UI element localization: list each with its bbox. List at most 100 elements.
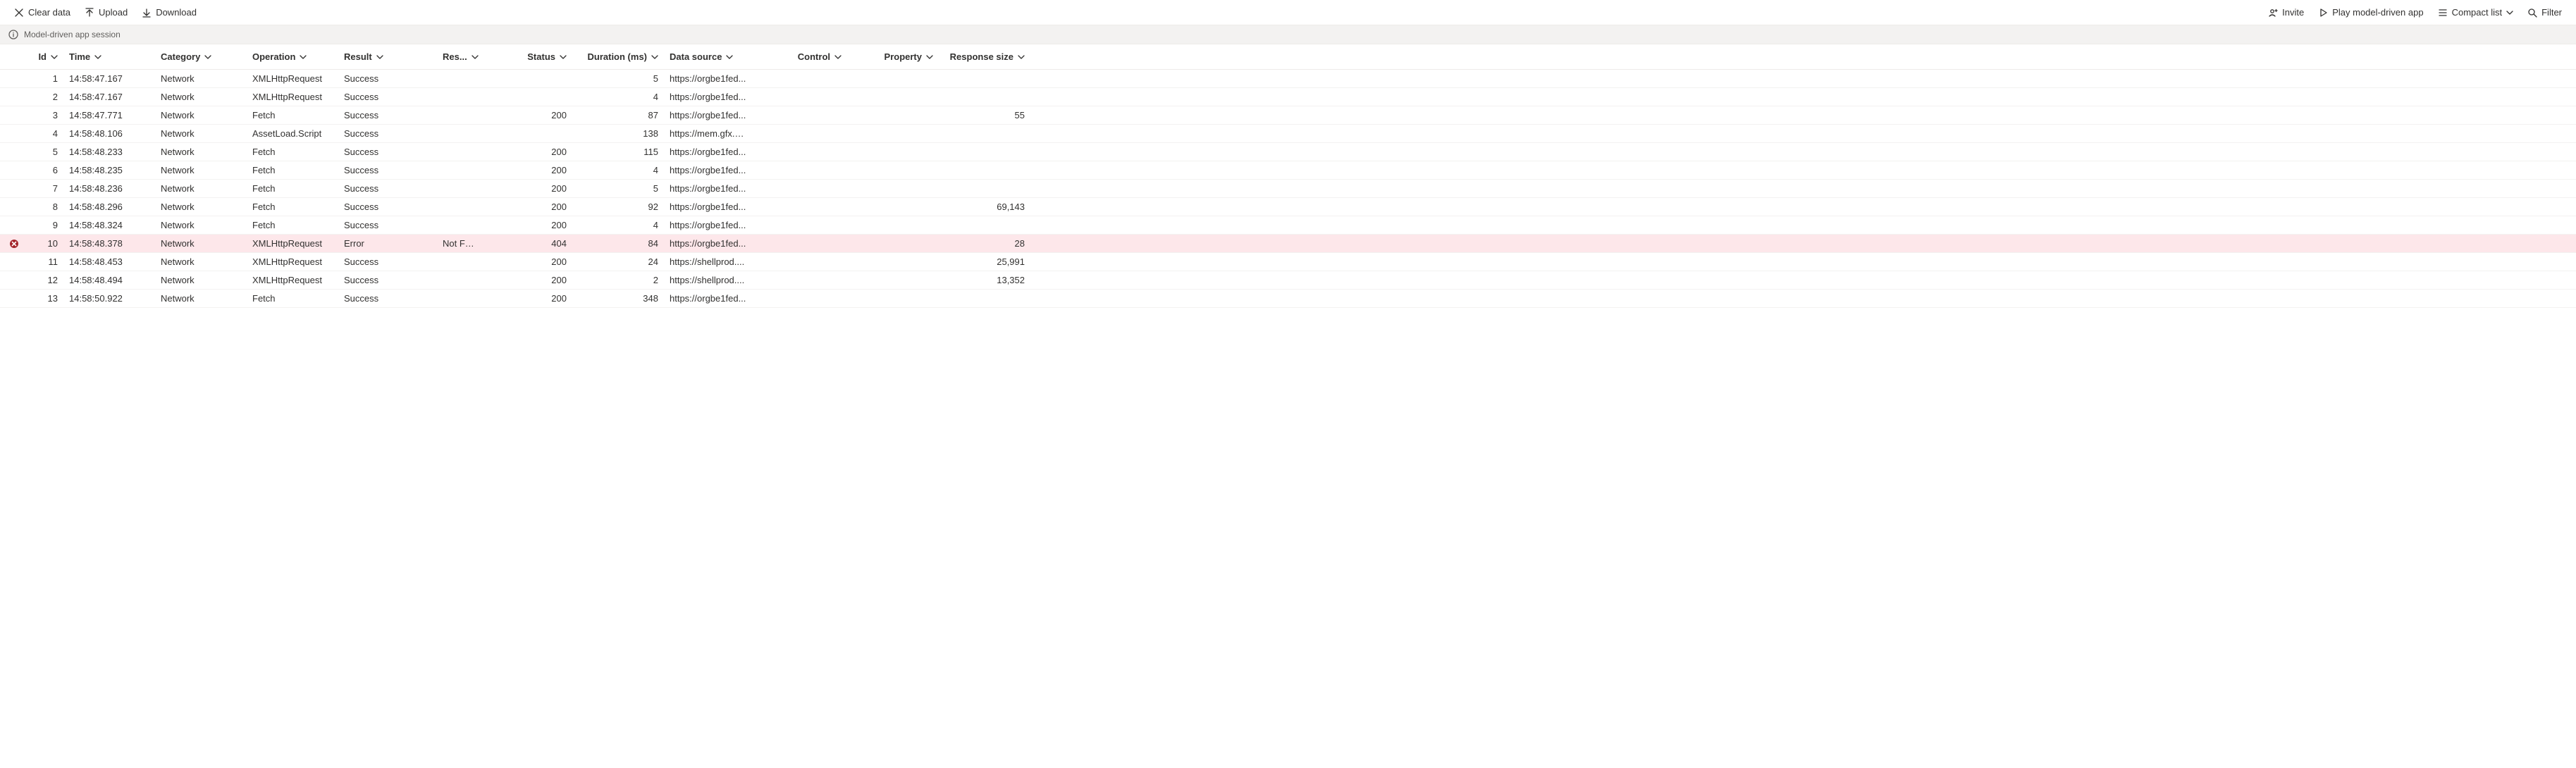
invite-icon (2268, 8, 2278, 18)
cell-datasource: https://orgbe1fed... (664, 238, 756, 249)
cell-result: Error (338, 238, 437, 249)
table-row[interactable]: 914:58:48.324NetworkFetchSuccess2004http… (0, 216, 2576, 235)
table-row[interactable]: 414:58:48.106NetworkAssetLoad.ScriptSucc… (0, 125, 2576, 143)
cell-status: 200 (481, 183, 572, 194)
chevron-down-icon (560, 54, 567, 61)
cell-result: Success (338, 256, 437, 267)
download-button[interactable]: Download (136, 4, 202, 20)
col-datasource[interactable]: Data source (664, 51, 756, 62)
session-label: Model-driven app session (24, 30, 121, 39)
table-row[interactable]: 614:58:48.235NetworkFetchSuccess2004http… (0, 161, 2576, 180)
cell-datasource: https://orgbe1fed... (664, 202, 756, 212)
filter-button[interactable]: Filter (2522, 4, 2568, 20)
cell-duration: 5 (572, 183, 664, 194)
cell-responsesize: 55 (939, 110, 1030, 120)
upload-button[interactable]: Upload (79, 4, 133, 20)
cell-time: 14:58:48.106 (63, 128, 155, 139)
play-icon (2318, 8, 2328, 18)
cell-result: Success (338, 110, 437, 120)
cell-duration: 115 (572, 147, 664, 157)
chevron-down-icon (472, 54, 479, 61)
table-row[interactable]: 1214:58:48.494NetworkXMLHttpRequestSucce… (0, 271, 2576, 290)
cell-datasource: https://orgbe1fed... (664, 183, 756, 194)
cell-time: 14:58:50.922 (63, 293, 155, 304)
col-property-label: Property (885, 51, 922, 62)
table-row[interactable]: 114:58:47.167NetworkXMLHttpRequestSucces… (0, 70, 2576, 88)
close-icon (14, 8, 24, 18)
cell-duration: 24 (572, 256, 664, 267)
cell-time: 14:58:48.453 (63, 256, 155, 267)
col-duration[interactable]: Duration (ms) (572, 51, 664, 62)
cell-status: 404 (481, 238, 572, 249)
cell-responsesize: 28 (939, 238, 1030, 249)
upload-icon (85, 8, 94, 18)
table-row[interactable]: 314:58:47.771NetworkFetchSuccess20087htt… (0, 106, 2576, 125)
table-row[interactable]: 1114:58:48.453NetworkXMLHttpRequestSucce… (0, 253, 2576, 271)
col-time-label: Time (69, 51, 90, 62)
cell-operation: Fetch (247, 220, 338, 230)
cell-time: 14:58:48.324 (63, 220, 155, 230)
cell-time: 14:58:48.494 (63, 275, 155, 285)
table-row[interactable]: 814:58:48.296NetworkFetchSuccess20092htt… (0, 198, 2576, 216)
table-row[interactable]: 714:58:48.236NetworkFetchSuccess2005http… (0, 180, 2576, 198)
cell-result: Success (338, 147, 437, 157)
cell-id: 6 (28, 165, 63, 175)
chevron-down-icon (834, 54, 842, 61)
col-control[interactable]: Control (756, 51, 847, 62)
cell-datasource: https://shellprod.... (664, 256, 756, 267)
cell-responsesize: 25,991 (939, 256, 1030, 267)
col-duration-label: Duration (ms) (588, 51, 648, 62)
table-row[interactable]: 214:58:47.167NetworkXMLHttpRequestSucces… (0, 88, 2576, 106)
table-row[interactable]: 1014:58:48.378NetworkXMLHttpRequestError… (0, 235, 2576, 253)
cell-operation: XMLHttpRequest (247, 73, 338, 84)
clear-data-button[interactable]: Clear data (8, 4, 76, 20)
col-status-label: Status (527, 51, 555, 62)
table-body: 114:58:47.167NetworkXMLHttpRequestSucces… (0, 70, 2576, 308)
cell-time: 14:58:47.167 (63, 73, 155, 84)
cell-time: 14:58:48.296 (63, 202, 155, 212)
cell-operation: XMLHttpRequest (247, 275, 338, 285)
col-resultinfo[interactable]: Res... (437, 51, 481, 62)
toolbar-right: Invite Play model-driven app Compact lis… (2262, 4, 2568, 20)
invite-button[interactable]: Invite (2262, 4, 2310, 20)
table-row[interactable]: 1314:58:50.922NetworkFetchSuccess200348h… (0, 290, 2576, 308)
cell-time: 14:58:47.167 (63, 92, 155, 102)
compact-list-button[interactable]: Compact list (2432, 4, 2520, 20)
col-property[interactable]: Property (847, 51, 939, 62)
cell-category: Network (155, 256, 247, 267)
chevron-down-icon (94, 54, 101, 61)
col-id[interactable]: Id (28, 51, 63, 62)
col-status[interactable]: Status (481, 51, 572, 62)
cell-operation: Fetch (247, 183, 338, 194)
chevron-down-icon (726, 54, 733, 61)
col-result[interactable]: Result (338, 51, 437, 62)
col-responsesize[interactable]: Response size (939, 51, 1030, 62)
cell-result: Success (338, 220, 437, 230)
chevron-down-icon (2506, 9, 2513, 16)
chevron-down-icon (204, 54, 211, 61)
col-category[interactable]: Category (155, 51, 247, 62)
toolbar: Clear data Upload Download Invite Play (0, 0, 2576, 25)
cell-status: 200 (481, 220, 572, 230)
cell-status: 200 (481, 110, 572, 120)
cell-datasource: https://orgbe1fed... (664, 92, 756, 102)
cell-operation: Fetch (247, 293, 338, 304)
download-label: Download (156, 7, 197, 18)
table-row[interactable]: 514:58:48.233NetworkFetchSuccess200115ht… (0, 143, 2576, 161)
col-operation-label: Operation (252, 51, 295, 62)
cell-category: Network (155, 183, 247, 194)
clear-data-label: Clear data (28, 7, 70, 18)
list-icon (2438, 8, 2448, 18)
play-app-button[interactable]: Play model-driven app (2312, 4, 2429, 20)
cell-id: 12 (28, 275, 63, 285)
cell-operation: XMLHttpRequest (247, 238, 338, 249)
col-id-label: Id (38, 51, 47, 62)
cell-datasource: https://orgbe1fed... (664, 147, 756, 157)
chevron-down-icon (651, 54, 658, 61)
cell-operation: Fetch (247, 202, 338, 212)
play-app-label: Play model-driven app (2332, 7, 2423, 18)
col-time[interactable]: Time (63, 51, 155, 62)
col-operation[interactable]: Operation (247, 51, 338, 62)
chevron-down-icon (926, 54, 933, 61)
cell-time: 14:58:48.235 (63, 165, 155, 175)
